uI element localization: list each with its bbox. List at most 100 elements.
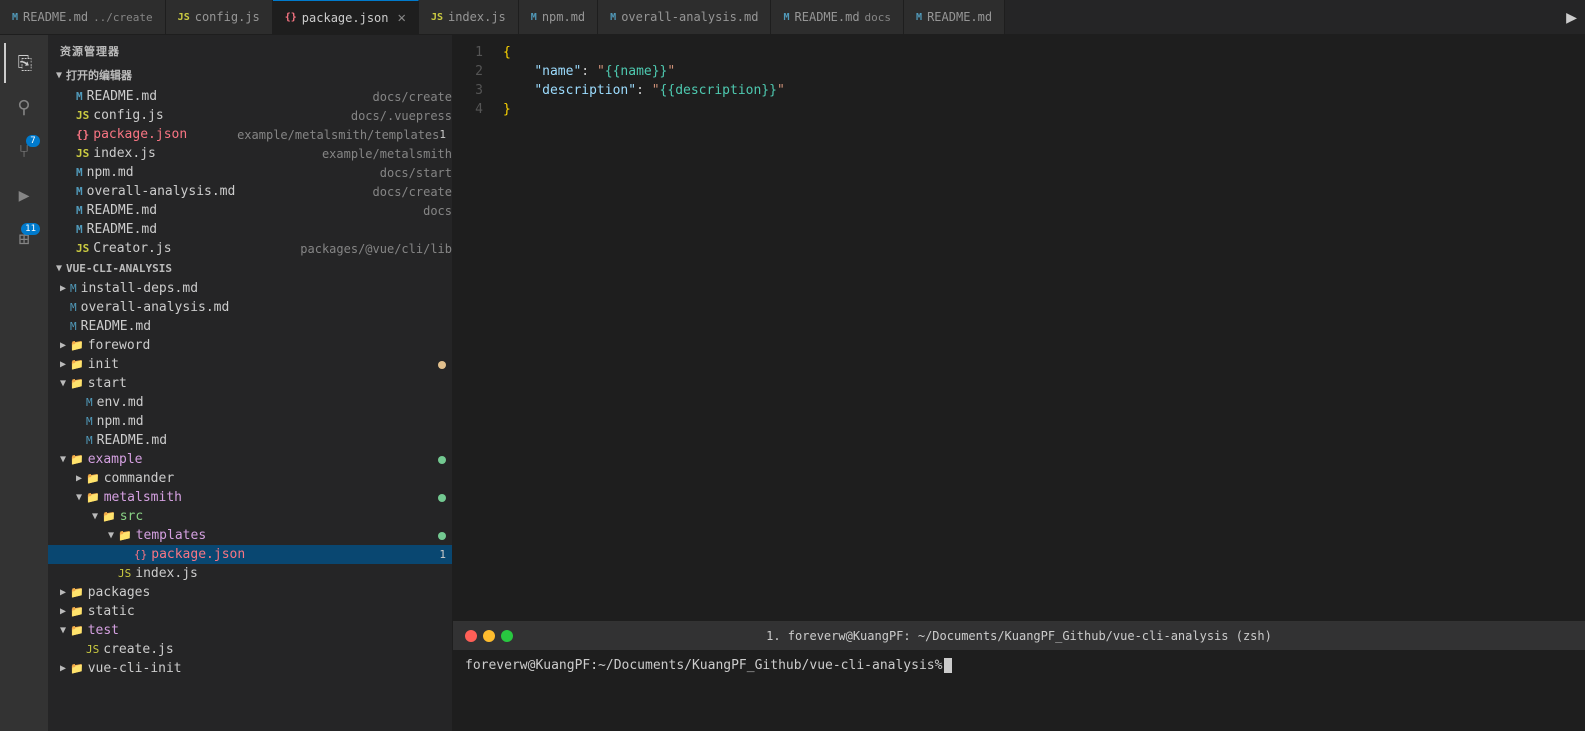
tree-item[interactable]: M env.md	[48, 393, 452, 412]
opened-editor-path: docs/start	[380, 166, 452, 180]
line-number: 3	[453, 81, 503, 100]
tab-config-js[interactable]: JSconfig.js	[166, 0, 273, 34]
tree-item[interactable]: M overall-analysis.md	[48, 298, 452, 317]
tree-item-name: test	[88, 623, 452, 638]
terminal-prompt: foreverw@KuangPF:~/Documents/KuangPF_Git…	[465, 658, 1573, 673]
tab-label-index-js: index.js	[448, 10, 506, 24]
tab-index-js[interactable]: JSindex.js	[419, 0, 519, 34]
search-icon[interactable]: ⚲	[4, 87, 44, 127]
tree-item-name: metalsmith	[104, 490, 438, 505]
tree-item-name: overall-analysis.md	[81, 300, 452, 315]
tree-item[interactable]: ▼ 📁 start	[48, 374, 452, 393]
tree-arrow: ▶	[56, 663, 70, 674]
tree-item[interactable]: M README.md	[48, 317, 452, 336]
tree-file-icon: 📁	[70, 377, 84, 390]
tree-file-icon: 📁	[70, 624, 84, 637]
extensions-icon[interactable]: ⊞11	[4, 219, 44, 259]
tree-arrow: ▶	[56, 359, 70, 370]
close-traffic-light[interactable]	[465, 630, 477, 642]
opened-editor-path: docs/.vuepress	[351, 109, 452, 123]
tree-file-icon: 📁	[70, 358, 84, 371]
opened-editor-path: example/metalsmith/templates	[237, 128, 439, 142]
opened-editor-item[interactable]: M README.md docs	[48, 201, 452, 220]
tab-bar-end: ▶	[1566, 0, 1585, 34]
opened-editors-section[interactable]: ▼ 打开的编辑器	[48, 63, 452, 87]
tree-item[interactable]: ▶ M install-deps.md	[48, 279, 452, 298]
tree-item[interactable]: ▶ 📁 commander	[48, 469, 452, 488]
opened-editor-item[interactable]: JS Creator.js packages/@vue/cli/lib	[48, 239, 452, 258]
code-line: 1 {	[453, 43, 1585, 62]
opened-editor-name: README.md	[87, 222, 452, 237]
opened-editor-item[interactable]: {} package.json example/metalsmith/templ…	[48, 125, 452, 144]
opened-editor-name: index.js	[93, 146, 316, 161]
source-control-icon[interactable]: ⑂7	[4, 131, 44, 171]
opened-editor-item[interactable]: M overall-analysis.md docs/create	[48, 182, 452, 201]
tree-arrow: ▶	[56, 340, 70, 351]
line-content: "description": "{{description}}"	[503, 81, 1585, 100]
opened-editor-item[interactable]: JS config.js docs/.vuepress	[48, 106, 452, 125]
tree-item-badge: 1	[439, 548, 446, 561]
tree-item[interactable]: ▶ 📁 init	[48, 355, 452, 374]
tree-item[interactable]: JS create.js	[48, 640, 452, 659]
tree-item[interactable]: M npm.md	[48, 412, 452, 431]
tab-icon-npm-md: M	[531, 12, 537, 23]
tab-icon-readme-create: M	[12, 12, 18, 23]
tree-item[interactable]: ▼ 📁 metalsmith	[48, 488, 452, 507]
dot-green	[438, 456, 446, 464]
tab-label-readme-create: README.md	[23, 10, 88, 24]
code-editor[interactable]: 1 { 2 "name": "{{name}}" 3 "description"…	[453, 35, 1585, 621]
tree-file-icon: 📁	[70, 453, 84, 466]
tree-item[interactable]: ▼ 📁 example	[48, 450, 452, 469]
badge-extensions: 11	[21, 223, 40, 235]
tree-item[interactable]: ▶ 📁 vue-cli-init	[48, 659, 452, 678]
tree-item-name: env.md	[97, 395, 452, 410]
tree-item[interactable]: ▼ 📁 src	[48, 507, 452, 526]
tree-file-icon: {}	[134, 548, 147, 561]
line-number: 4	[453, 100, 503, 119]
tree-item[interactable]: {} package.json 1	[48, 545, 452, 564]
project-section[interactable]: ▼ VUE-CLI-ANALYSIS	[48, 258, 452, 279]
tree-item[interactable]: ▼ 📁 templates	[48, 526, 452, 545]
opened-editor-name: npm.md	[87, 165, 374, 180]
explorer-icon[interactable]: ⎘	[4, 43, 44, 83]
tree-list: ▶ M install-deps.md M overall-analysis.m…	[48, 279, 452, 678]
tab-overall-analysis-md[interactable]: Moverall-analysis.md	[598, 0, 771, 34]
code-line: 2 "name": "{{name}}"	[453, 62, 1585, 81]
tree-item[interactable]: ▶ 📁 packages	[48, 583, 452, 602]
file-icon: M	[76, 185, 83, 198]
opened-editor-name: overall-analysis.md	[87, 184, 367, 199]
tab-label-npm-md: npm.md	[542, 10, 585, 24]
tree-item[interactable]: ▼ 📁 test	[48, 621, 452, 640]
opened-editor-item[interactable]: M README.md	[48, 220, 452, 239]
opened-editor-item[interactable]: JS index.js example/metalsmith	[48, 144, 452, 163]
minimize-traffic-light[interactable]	[483, 630, 495, 642]
tree-item[interactable]: M README.md	[48, 431, 452, 450]
tree-item-name: index.js	[135, 566, 452, 581]
tree-item-name: README.md	[97, 433, 452, 448]
tree-item[interactable]: ▶ 📁 foreword	[48, 336, 452, 355]
tab-npm-md[interactable]: Mnpm.md	[519, 0, 598, 34]
terminal-title: 1. foreverw@KuangPF: ~/Documents/KuangPF…	[766, 629, 1272, 643]
opened-editor-path: docs/create	[373, 185, 452, 199]
tab-readme-create[interactable]: MREADME.md ../create	[0, 0, 166, 34]
opened-editor-name: Creator.js	[93, 241, 294, 256]
tab-readme-md-2[interactable]: MREADME.md	[904, 0, 1005, 34]
tab-package-json[interactable]: {}package.json✕	[273, 0, 419, 34]
tab-icon-config-js: JS	[178, 12, 190, 23]
tree-file-icon: M	[86, 415, 93, 428]
tree-item-name: create.js	[103, 642, 452, 657]
tab-readme-md-docs[interactable]: MREADME.md docs	[771, 0, 904, 34]
run-button[interactable]: ▶	[1566, 7, 1577, 28]
opened-editor-badge: 1	[439, 128, 446, 141]
maximize-traffic-light[interactable]	[501, 630, 513, 642]
tab-close-package-json[interactable]: ✕	[398, 11, 406, 25]
file-icon: M	[76, 223, 83, 236]
terminal-titlebar: 1. foreverw@KuangPF: ~/Documents/KuangPF…	[453, 622, 1585, 650]
opened-editor-item[interactable]: M README.md docs/create	[48, 87, 452, 106]
terminal-content[interactable]: foreverw@KuangPF:~/Documents/KuangPF_Git…	[453, 650, 1585, 731]
tree-item[interactable]: JS index.js	[48, 564, 452, 583]
tab-label-readme-md-2: README.md	[927, 10, 992, 24]
opened-editor-item[interactable]: M npm.md docs/start	[48, 163, 452, 182]
debug-icon[interactable]: ▶	[4, 175, 44, 215]
tree-item[interactable]: ▶ 📁 static	[48, 602, 452, 621]
